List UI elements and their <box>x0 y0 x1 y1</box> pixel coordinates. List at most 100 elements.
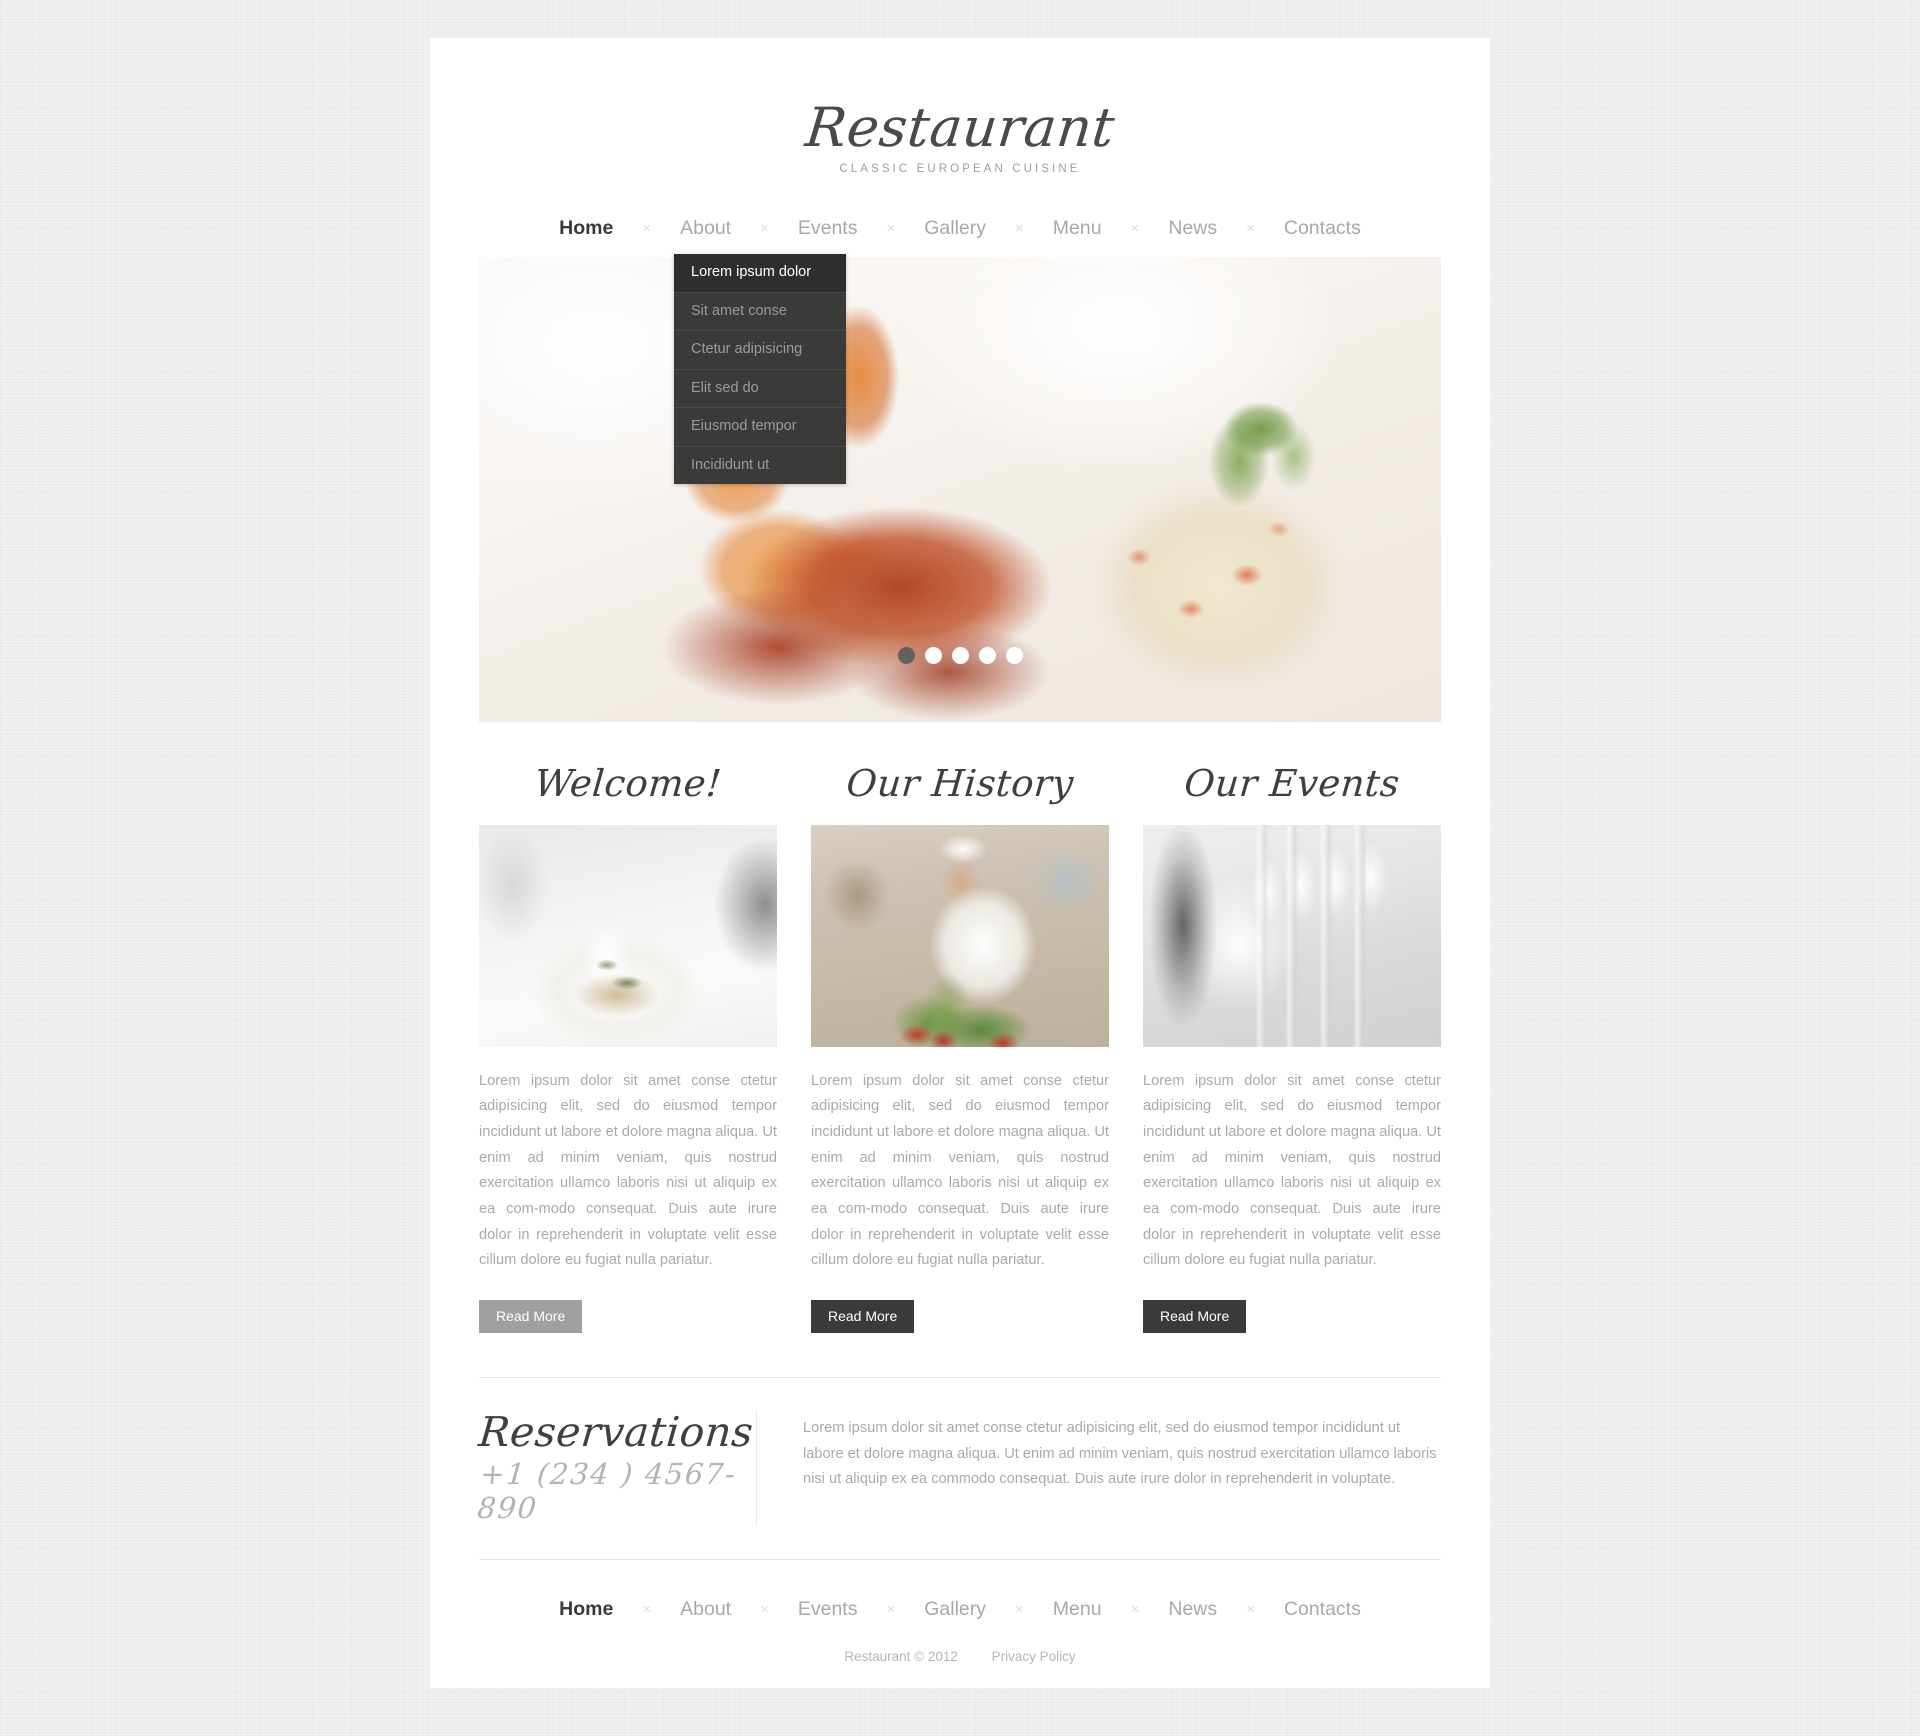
nav-item-item: Gallery <box>922 217 988 240</box>
nav-item-separator: × <box>859 220 922 237</box>
nav-item-separator: × <box>988 220 1051 237</box>
logo-name[interactable]: Restaurant <box>802 96 1117 159</box>
column-title: Our Events <box>1182 762 1402 806</box>
read-more-button[interactable]: Read More <box>479 1300 583 1334</box>
slider-dot-1[interactable] <box>897 647 915 665</box>
footer-nav-item-item: Contacts <box>1282 1598 1363 1621</box>
read-more-button[interactable]: Read More <box>1143 1300 1247 1334</box>
dropdown-item[interactable]: Ctetur adipisicing <box>674 331 846 370</box>
footer-nav-item-item: Gallery <box>922 1598 988 1621</box>
dropdown-item[interactable]: Incididunt ut <box>674 447 846 485</box>
dropdown-item[interactable]: Sit amet conse <box>674 293 846 332</box>
footer-nav-item-separator: × <box>1104 1601 1167 1618</box>
nav-item-home[interactable]: Home <box>557 217 615 240</box>
slider-dot-3[interactable] <box>951 647 969 665</box>
footer-nav-item-about[interactable]: About <box>678 1598 733 1621</box>
slider-dot-2[interactable] <box>924 647 942 665</box>
nav-item-item: Home <box>557 217 615 240</box>
about-dropdown-menu: Lorem ipsum dolor Sit amet conse Ctetur ad… <box>674 254 846 485</box>
nav-item-item: Events <box>796 217 860 240</box>
column-text: Lorem ipsum dolor sit amet conse ctetur … <box>479 1072 777 1269</box>
column-title: Our History <box>844 762 1076 806</box>
nav-separator-icon: × <box>760 220 769 238</box>
footer-nav-item-menu[interactable]: Menu <box>1051 1598 1104 1621</box>
nav-item-news[interactable]: News <box>1166 217 1219 240</box>
wine-glasses-on-set-table-image <box>1143 824 1441 1047</box>
nav-item-events[interactable]: Events <box>796 217 860 240</box>
copyright-text: Restaurant © 2012 <box>844 1649 958 1665</box>
column-image <box>811 824 1109 1047</box>
nav-item-item: About <box>678 217 733 240</box>
nav-separator-icon: × <box>1130 1601 1140 1619</box>
reservations-phone[interactable]: +1 (234 ) 4567-890 <box>476 1457 739 1525</box>
site-header: Restaurant CLASSIC EUROPEAN CUISINE <box>430 38 1490 175</box>
column-title: Welcome! <box>532 762 724 806</box>
footer-nav-item-item: Menu <box>1051 1598 1104 1621</box>
footer-nav-item-separator: × <box>859 1601 922 1618</box>
nav-item-menu[interactable]: Menu <box>1051 217 1104 240</box>
footer-nav-item-separator: × <box>615 1601 678 1618</box>
nav-separator-icon: × <box>1246 1601 1255 1619</box>
nav-separator-icon: × <box>1130 220 1140 238</box>
content-column: Our History Lorem ipsum dolor sit amet co… <box>811 762 1109 1334</box>
footer-nav-item-separator: × <box>1219 1601 1282 1618</box>
reservations-title: Reservations <box>476 1408 756 1457</box>
site-footer: Home × About × Events × Gallery × Menu × News × Cont… <box>430 1560 1490 1704</box>
column-image <box>1143 824 1441 1047</box>
footer-nav-item-separator: × <box>988 1601 1051 1618</box>
slider-dot-4[interactable] <box>978 647 996 665</box>
main-nav-list: Home × About × Events × Gallery × Menu × News × Cont… <box>557 217 1363 240</box>
reservations-section: Reservations +1 (234 ) 4567-890 Lorem ip… <box>476 1378 1441 1559</box>
footer-nav-item-gallery[interactable]: Gallery <box>922 1598 988 1621</box>
nav-separator-icon: × <box>1015 220 1024 238</box>
copyright-bar: Restaurant © 2012 Privacy Policy <box>430 1649 1490 1704</box>
nav-item-item: Contacts <box>1282 217 1363 240</box>
nav-separator-icon: × <box>1015 1601 1024 1619</box>
privacy-policy-link[interactable]: Privacy Policy <box>992 1649 1076 1664</box>
nav-item-separator: × <box>1104 220 1167 237</box>
nav-item-separator: × <box>1219 220 1282 237</box>
content-columns: Welcome! Lorem ipsum dolor sit amet conse… <box>479 762 1441 1334</box>
footer-nav-item-item: Home <box>557 1598 615 1621</box>
nav-item-gallery[interactable]: Gallery <box>922 217 988 240</box>
content-column: Our Events Lorem ipsum dolor sit amet con… <box>1143 762 1441 1334</box>
column-image <box>479 824 777 1047</box>
nav-separator-icon: × <box>760 1601 769 1619</box>
footer-nav-item-separator: × <box>733 1601 796 1618</box>
plated-dish-on-white-table-image <box>479 824 777 1047</box>
nav-item-item: Menu <box>1051 217 1104 240</box>
nav-item-about[interactable]: About <box>678 217 733 240</box>
slider-dot-5[interactable] <box>1005 647 1023 665</box>
footer-nav-item-news[interactable]: News <box>1166 1598 1219 1621</box>
hero-slider[interactable] <box>479 257 1441 723</box>
footer-nav-item-events[interactable]: Events <box>796 1598 860 1621</box>
footer-nav-list: Home × About × Events × Gallery × Menu × News × Cont… <box>557 1598 1363 1621</box>
dropdown-item[interactable]: Lorem ipsum dolor <box>674 254 846 293</box>
dropdown-item[interactable]: Eiusmod tempor <box>674 408 846 447</box>
dropdown-item[interactable]: Elit sed do <box>674 370 846 409</box>
logo-tagline: CLASSIC EUROPEAN CUISINE <box>839 163 1081 176</box>
reservations-text: Lorem ipsum dolor sit amet conse ctetur … <box>803 1420 1437 1488</box>
footer-nav-item-item: Events <box>796 1598 860 1621</box>
nav-item-contacts[interactable]: Contacts <box>1282 217 1363 240</box>
content-column: Welcome! Lorem ipsum dolor sit amet conse… <box>479 762 777 1334</box>
nav-item-separator: × <box>615 220 678 237</box>
column-text: Lorem ipsum dolor sit amet conse ctetur … <box>811 1072 1109 1269</box>
nav-separator-icon: × <box>642 220 652 238</box>
main-navigation: Home × About × Events × Gallery × Menu × News × Cont… <box>430 217 1490 485</box>
nav-separator-icon: × <box>1246 220 1255 238</box>
footer-nav-item-item: About <box>678 1598 733 1621</box>
reservations-heading-block: Reservations +1 (234 ) 4567-890 <box>476 1408 757 1526</box>
nav-separator-icon: × <box>642 1601 652 1619</box>
nav-item-separator: × <box>733 220 796 237</box>
footer-nav-item-item: News <box>1166 1598 1219 1621</box>
slider-pagination <box>479 647 1441 665</box>
read-more-button[interactable]: Read More <box>811 1300 915 1334</box>
footer-nav-item-contacts[interactable]: Contacts <box>1282 1598 1363 1621</box>
page-container: Restaurant CLASSIC EUROPEAN CUISINE Home… <box>430 38 1490 1688</box>
nav-separator-icon: × <box>886 1601 896 1619</box>
footer-nav-item-home[interactable]: Home <box>557 1598 615 1621</box>
nav-separator-icon: × <box>886 220 896 238</box>
nav-item-item: News <box>1166 217 1219 240</box>
column-text: Lorem ipsum dolor sit amet conse ctetur … <box>1143 1072 1441 1269</box>
